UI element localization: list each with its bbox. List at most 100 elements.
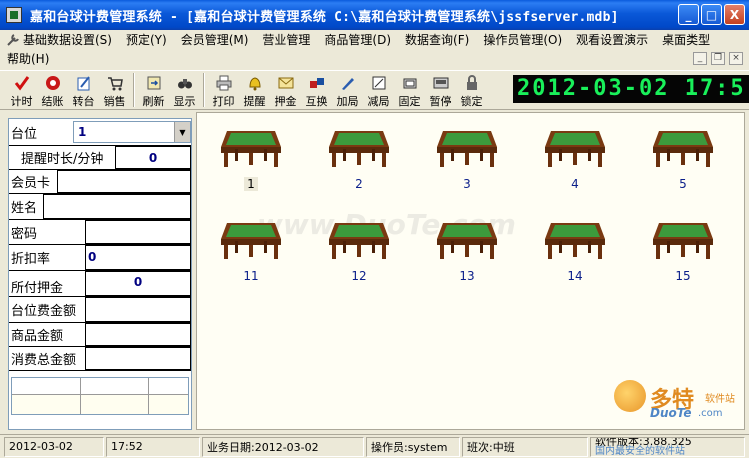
status-shift: 班次:中班 — [462, 436, 588, 457]
menu-operator[interactable]: 操作员管理(O) — [476, 31, 569, 48]
menu-bar: 基础数据设置(S) 预定(Y) 会员管理(M) 营业管理 商品管理(D) 数据查… — [0, 30, 749, 49]
billiard-table-icon — [219, 213, 283, 261]
mdi-controls: _ ❐ × — [693, 52, 743, 65]
table-fee-input[interactable] — [85, 297, 191, 322]
mdi-close-button[interactable]: × — [729, 52, 743, 65]
billiard-table-14[interactable]: 14 — [535, 213, 615, 293]
password-label: 密码 — [11, 226, 38, 242]
envelope-icon — [277, 74, 295, 92]
menu-demo[interactable]: 观看设置演示 — [569, 31, 655, 48]
table-row-field: 台位 1 ▼ — [9, 119, 191, 146]
menu-reservation[interactable]: 预定(Y) — [119, 31, 174, 48]
transfer-table-button[interactable]: 转台 — [68, 71, 99, 109]
password-row: 密码 — [9, 220, 191, 245]
status-operator: 操作员:system — [366, 436, 460, 457]
reduce-round-label: 减局 — [367, 95, 390, 108]
refresh-label: 刷新 — [142, 95, 165, 108]
menu-query[interactable]: 数据查询(F) — [398, 31, 476, 48]
refresh-button[interactable]: 刷新 — [138, 71, 169, 109]
refresh-icon — [145, 74, 163, 92]
discount-input[interactable]: 0 — [85, 245, 191, 270]
total-amount-label: 消费总金额 — [11, 353, 77, 368]
menu-basic-settings-label: 基础数据设置(S) — [23, 33, 112, 47]
member-card-input[interactable] — [57, 170, 191, 193]
remind-input[interactable]: 0 — [115, 146, 191, 169]
remind-label: 提醒时长/分钟 — [21, 152, 104, 167]
remind-value: 0 — [148, 151, 158, 165]
add-round-button[interactable]: 加局 — [332, 71, 363, 109]
menu-business[interactable]: 营业管理 — [255, 31, 317, 48]
billiard-table-11[interactable]: 11 — [211, 213, 291, 293]
status-bar: 2012-03-02 17:52 业务日期:2012-03-02 操作员:sys… — [0, 434, 749, 458]
billiard-table-3[interactable]: 3 — [427, 121, 507, 201]
mdi-restore-button[interactable]: ❐ — [711, 52, 725, 65]
deposit-button[interactable]: 押金 — [270, 71, 301, 109]
print-label: 打印 — [212, 95, 235, 108]
total-amount-row: 消费总金额 — [9, 347, 191, 371]
app-icon[interactable] — [6, 7, 22, 23]
add-round-label: 加局 — [336, 95, 359, 108]
billiard-table-icon — [435, 121, 499, 169]
billiard-table-2[interactable]: 2 — [319, 121, 399, 201]
deposit-input[interactable]: 0 — [85, 271, 191, 296]
goods-amount-row: 商品金额 — [9, 323, 191, 347]
discount-label: 折扣率 — [11, 252, 51, 267]
billiard-table-icon — [435, 213, 499, 261]
chevron-down-icon[interactable]: ▼ — [174, 122, 190, 142]
billiard-table-icon — [219, 121, 283, 169]
lock-button[interactable]: 锁定 — [456, 71, 487, 109]
swap-button[interactable]: 互换 — [301, 71, 332, 109]
billiard-table-icon — [651, 121, 715, 169]
billiard-table-13[interactable]: 13 — [427, 213, 507, 293]
table-number: 12 — [351, 269, 367, 283]
menu-bar-row2: 帮助(H) — [0, 49, 749, 68]
password-input[interactable] — [85, 220, 191, 244]
checkout-button[interactable]: 结账 — [37, 71, 68, 109]
pause-button[interactable]: 暂停 — [425, 71, 456, 109]
billiard-table-5[interactable]: 5 — [643, 121, 723, 201]
fix-button[interactable]: 固定 — [394, 71, 425, 109]
sales-button[interactable]: 销售 — [99, 71, 130, 109]
billiard-table-icon — [651, 213, 715, 261]
billiard-table-15[interactable]: 15 — [643, 213, 723, 293]
status-version: 软件版本:3.88.325 — [595, 436, 692, 448]
pause-label: 暂停 — [429, 95, 452, 108]
minimize-button[interactable]: _ — [678, 4, 699, 25]
remind-button[interactable]: 提醒 — [239, 71, 270, 109]
menu-help[interactable]: 帮助(H) — [0, 50, 56, 67]
menu-basic-settings[interactable]: 基础数据设置(S) — [0, 31, 119, 48]
name-label: 姓名 — [11, 201, 38, 216]
reduce-round-button[interactable]: 减局 — [363, 71, 394, 109]
menu-desktop-type[interactable]: 桌面类型 — [655, 31, 717, 48]
window-controls: _ □ X — [678, 4, 745, 25]
remind-label: 提醒 — [243, 95, 266, 108]
table-fee-row: 台位费金额 — [9, 297, 191, 323]
total-amount-input[interactable] — [85, 347, 191, 370]
remind-row: 提醒时长/分钟 0 — [9, 146, 191, 170]
billiard-table-12[interactable]: 12 — [319, 213, 399, 293]
timing-button[interactable]: 计时 — [6, 71, 37, 109]
table-select[interactable]: 1 ▼ — [73, 121, 191, 143]
cart-icon — [106, 74, 124, 92]
display-button[interactable]: 显示 — [169, 71, 200, 109]
maximize-button[interactable]: □ — [701, 4, 722, 25]
member-card-label: 会员卡 — [11, 176, 51, 191]
billiard-table-1[interactable]: 1 — [211, 121, 291, 201]
print-button[interactable]: 打印 — [208, 71, 239, 109]
window-title: 嘉和台球计费管理系统 - [嘉和台球计费管理系统 C:\嘉和台球计费管理系统\j… — [30, 9, 619, 25]
menu-goods[interactable]: 商品管理(D) — [317, 31, 398, 48]
digital-clock: 2012-03-02 17:5 — [513, 75, 749, 103]
deposit-row: 所付押金 0 — [9, 271, 191, 297]
menu-member[interactable]: 会员管理(M) — [174, 31, 256, 48]
billiard-table-4[interactable]: 4 — [535, 121, 615, 201]
discount-value: 0 — [88, 250, 97, 264]
consumption-grid[interactable] — [11, 377, 189, 415]
table-number: 14 — [567, 269, 583, 283]
table-number: 11 — [243, 269, 259, 283]
goods-amount-input[interactable] — [85, 323, 191, 346]
close-button[interactable]: X — [724, 4, 745, 25]
mdi-minimize-button[interactable]: _ — [693, 52, 707, 65]
lock-icon — [401, 74, 419, 92]
name-input[interactable] — [43, 194, 191, 219]
table-label: 台位 — [11, 126, 38, 142]
